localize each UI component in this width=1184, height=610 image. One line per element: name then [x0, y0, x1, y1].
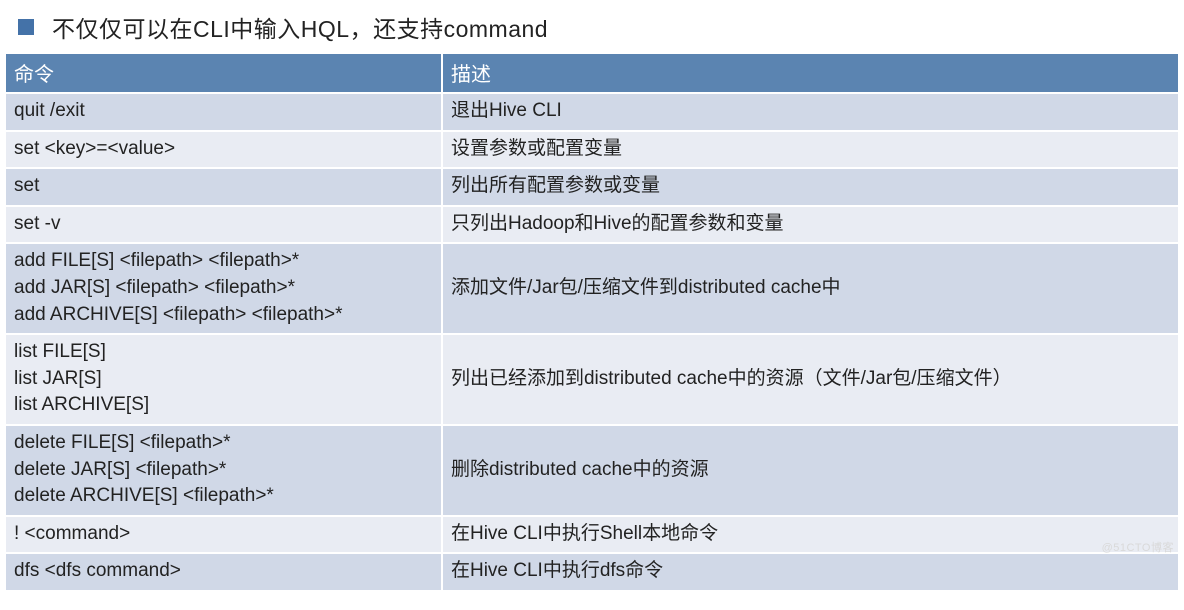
page-title-row: 不仅仅可以在CLI中输入HQL，还支持command — [6, 8, 1178, 54]
cell-command: ! <command> — [6, 516, 442, 554]
watermark: @51CTO博客 — [1102, 539, 1174, 555]
header-description: 描述 — [442, 54, 1178, 93]
cell-description: 列出所有配置参数或变量 — [442, 168, 1178, 206]
cell-command: list FILE[S] list JAR[S] list ARCHIVE[S] — [6, 334, 442, 425]
table-header-row: 命令 描述 — [6, 54, 1178, 93]
cell-description: 在Hive CLI中执行Shell本地命令 — [442, 516, 1178, 554]
table-row: dfs <dfs command> 在Hive CLI中执行dfs命令 — [6, 553, 1178, 590]
table-row: list FILE[S] list JAR[S] list ARCHIVE[S]… — [6, 334, 1178, 425]
table-row: set 列出所有配置参数或变量 — [6, 168, 1178, 206]
cell-command: quit /exit — [6, 93, 442, 131]
cell-description: 退出Hive CLI — [442, 93, 1178, 131]
cell-description: 设置参数或配置变量 — [442, 131, 1178, 169]
cell-command: set <key>=<value> — [6, 131, 442, 169]
cell-description: 列出已经添加到distributed cache中的资源（文件/Jar包/压缩文… — [442, 334, 1178, 425]
cell-command: set — [6, 168, 442, 206]
cell-command: add FILE[S] <filepath> <filepath>* add J… — [6, 243, 442, 334]
table-row: ! <command> 在Hive CLI中执行Shell本地命令 — [6, 516, 1178, 554]
command-table: 命令 描述 quit /exit 退出Hive CLI set <key>=<v… — [6, 54, 1178, 590]
square-bullet-icon — [18, 19, 34, 35]
page-title: 不仅仅可以在CLI中输入HQL，还支持command — [52, 10, 548, 44]
cell-description: 删除distributed cache中的资源 — [442, 425, 1178, 516]
cell-description: 添加文件/Jar包/压缩文件到distributed cache中 — [442, 243, 1178, 334]
cell-command: dfs <dfs command> — [6, 553, 442, 590]
table-row: quit /exit 退出Hive CLI — [6, 93, 1178, 131]
table-row: add FILE[S] <filepath> <filepath>* add J… — [6, 243, 1178, 334]
cell-description: 在Hive CLI中执行dfs命令 — [442, 553, 1178, 590]
table-row: set <key>=<value> 设置参数或配置变量 — [6, 131, 1178, 169]
header-command: 命令 — [6, 54, 442, 93]
table-row: set -v 只列出Hadoop和Hive的配置参数和变量 — [6, 206, 1178, 244]
table-row: delete FILE[S] <filepath>* delete JAR[S]… — [6, 425, 1178, 516]
cell-command: set -v — [6, 206, 442, 244]
cell-command: delete FILE[S] <filepath>* delete JAR[S]… — [6, 425, 442, 516]
cell-description: 只列出Hadoop和Hive的配置参数和变量 — [442, 206, 1178, 244]
